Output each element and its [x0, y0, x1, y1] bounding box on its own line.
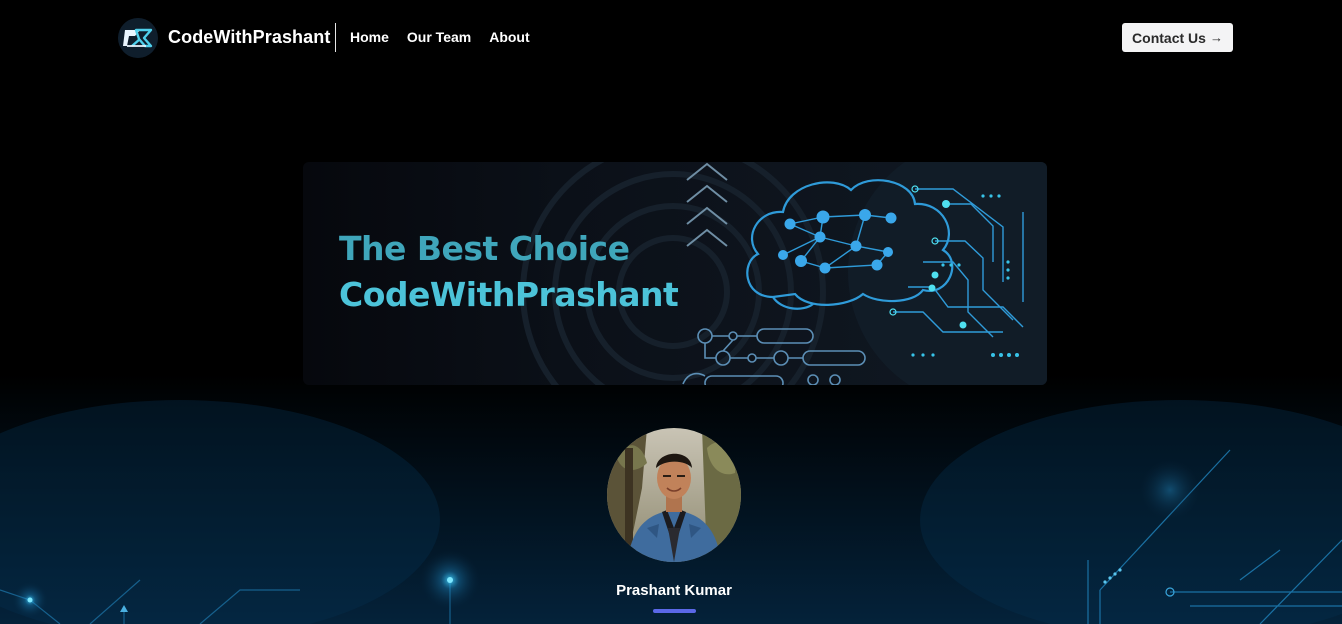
- contact-us-button[interactable]: Contact Us →: [1122, 23, 1233, 52]
- arrow-right-icon: →: [1209, 30, 1223, 45]
- hero-banner: The Best Choice CodeWithPrashant: [303, 162, 1047, 385]
- banner-title-line1: The Best Choice: [339, 229, 630, 268]
- brand-home-link[interactable]: CodeWithPrashant: [118, 17, 330, 58]
- nav-link-home[interactable]: Home: [350, 28, 389, 46]
- brand-name: CodeWithPrashant: [168, 27, 331, 47]
- navbar: CodeWithPrashant Home Our Team About Con…: [0, 0, 1342, 76]
- contact-us-label: Contact Us: [1132, 29, 1206, 46]
- page: CodeWithPrashant Home Our Team About Con…: [0, 0, 1342, 624]
- logo-icon: [118, 17, 158, 58]
- profile-photo: [607, 428, 741, 562]
- nav-link-our-team[interactable]: Our Team: [407, 28, 471, 46]
- profile-name-underline: [653, 609, 696, 613]
- nav-link-about[interactable]: About: [489, 28, 529, 46]
- brand-divider: [335, 23, 336, 52]
- banner-headline: The Best Choice CodeWithPrashant: [339, 226, 679, 318]
- brand-logo: [118, 17, 158, 58]
- nav-links: Home Our Team About: [350, 28, 530, 46]
- profile-name: Prashant Kumar: [616, 582, 732, 599]
- banner-title-line2: CodeWithPrashant: [339, 275, 679, 314]
- avatar: [607, 428, 741, 562]
